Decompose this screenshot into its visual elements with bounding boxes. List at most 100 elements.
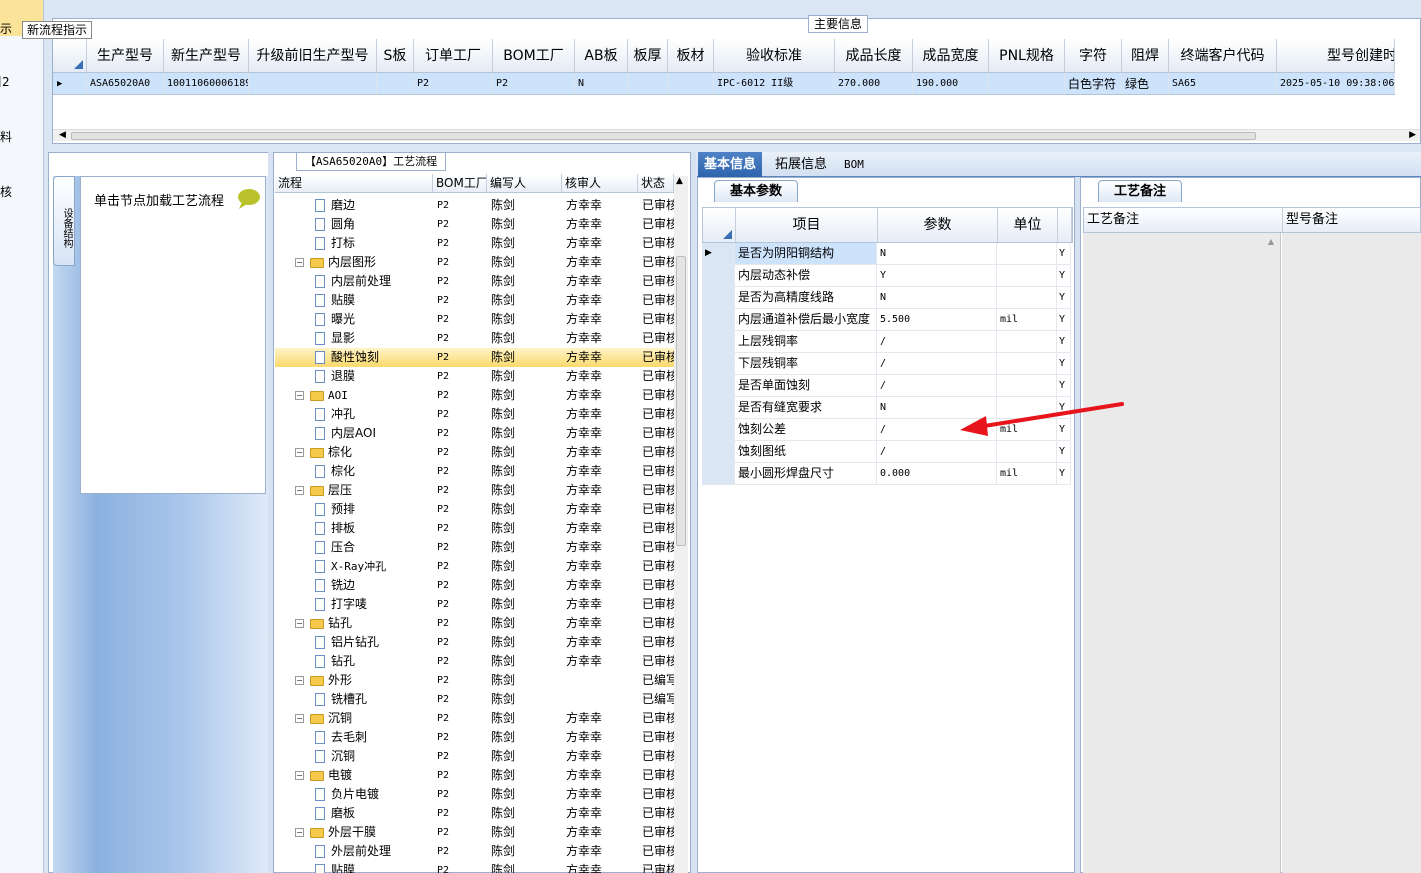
- cell-5[interactable]: P2: [493, 73, 575, 94]
- expand-toggle-icon[interactable]: −: [295, 828, 304, 837]
- expand-toggle-icon[interactable]: −: [295, 676, 304, 685]
- param-cell-value[interactable]: /: [877, 441, 997, 462]
- col-12[interactable]: PNL规格: [989, 39, 1065, 72]
- tree-row[interactable]: 贴膜 P2 陈剑 方幸幸 已审核: [275, 861, 674, 873]
- tree-row[interactable]: − 钻孔 P2 陈剑 方幸幸 已审核: [275, 614, 674, 633]
- tree-row[interactable]: 预排 P2 陈剑 方幸幸 已审核: [275, 500, 674, 519]
- middle-splitter[interactable]: [691, 152, 696, 873]
- param-cell-value[interactable]: /: [877, 353, 997, 374]
- param-row[interactable]: 是否为高精度线路 N Y: [702, 287, 1071, 309]
- expand-toggle-icon[interactable]: −: [295, 714, 304, 723]
- tree-row[interactable]: − 沉铜 P2 陈剑 方幸幸 已审核: [275, 709, 674, 728]
- sidebar-item-1[interactable]: 引2: [0, 73, 10, 90]
- sidebar-item-2[interactable]: 物料: [0, 128, 12, 145]
- tree-row[interactable]: 内层AOI P2 陈剑 方幸幸 已审核: [275, 424, 674, 443]
- col-6[interactable]: AB板: [575, 39, 628, 72]
- tree-row[interactable]: 去毛刺 P2 陈剑 方幸幸 已审核: [275, 728, 674, 747]
- tree-row[interactable]: 磨板 P2 陈剑 方幸幸 已审核: [275, 804, 674, 823]
- tree-row[interactable]: 冲孔 P2 陈剑 方幸幸 已审核: [275, 405, 674, 424]
- process-vertical-scrollbar[interactable]: ▲: [674, 176, 688, 873]
- tree-row[interactable]: 钻孔 P2 陈剑 方幸幸 已审核: [275, 652, 674, 671]
- param-cell-value[interactable]: 0.000: [877, 463, 997, 484]
- tree-row[interactable]: 酸性蚀刻 P2 陈剑 方幸幸 已审核: [275, 348, 674, 367]
- process-note-field[interactable]: ▲: [1083, 233, 1281, 873]
- sidebar-item-0[interactable]: 指示: [0, 20, 12, 37]
- params-corner[interactable]: [703, 208, 736, 242]
- col-4[interactable]: 订单工厂: [414, 39, 493, 72]
- top-scroll-thumb[interactable]: [71, 132, 1256, 140]
- tree-row[interactable]: − AOI P2 陈剑 方幸幸 已审核: [275, 386, 674, 405]
- param-cell-value[interactable]: N: [877, 287, 997, 308]
- main-grid-row[interactable]: ▶ ASA65020A0 10011060006189 P2 P2 N IPC-6012 …: [53, 73, 1395, 95]
- tree-row[interactable]: 外层前处理 P2 陈剑 方幸幸 已审核: [275, 842, 674, 861]
- tab-bom[interactable]: BOM: [838, 152, 870, 177]
- note-scroll-up-icon[interactable]: ▲: [1268, 237, 1274, 246]
- tree-row[interactable]: 铣边 P2 陈剑 方幸幸 已审核: [275, 576, 674, 595]
- cell-9[interactable]: IPC-6012 II级: [714, 73, 835, 94]
- expand-toggle-icon[interactable]: −: [295, 391, 304, 400]
- tree-row[interactable]: − 电镀 P2 陈剑 方幸幸 已审核: [275, 766, 674, 785]
- col-3[interactable]: S板: [377, 39, 414, 72]
- cell-6[interactable]: N: [575, 73, 628, 94]
- cell-12[interactable]: [989, 73, 1065, 94]
- param-cell-value[interactable]: 5.500: [877, 309, 997, 330]
- cell-0[interactable]: ASA65020A0: [87, 73, 164, 94]
- tab-extended-info[interactable]: 拓展信息: [769, 152, 833, 177]
- param-row[interactable]: ▶ 是否为阴阳铜结构 N Y: [702, 243, 1071, 265]
- col-1[interactable]: 新生产型号: [164, 39, 249, 72]
- col-9[interactable]: 验收标准: [714, 39, 835, 72]
- col-unit[interactable]: 单位: [998, 208, 1058, 242]
- tree-row[interactable]: 沉铜 P2 陈剑 方幸幸 已审核: [275, 747, 674, 766]
- tree-row[interactable]: 圆角 P2 陈剑 方幸幸 已审核: [275, 215, 674, 234]
- tree-row[interactable]: − 外形 P2 陈剑 已编写: [275, 671, 674, 690]
- tree-row[interactable]: 压合 P2 陈剑 方幸幸 已审核: [275, 538, 674, 557]
- tree-row[interactable]: 打字唛 P2 陈剑 方幸幸 已审核: [275, 595, 674, 614]
- cell-15[interactable]: SA65: [1169, 73, 1277, 94]
- col-0[interactable]: 生产型号: [87, 39, 164, 72]
- param-cell-value[interactable]: Y: [877, 265, 997, 286]
- tab-basic-params[interactable]: 基本参数: [714, 180, 798, 202]
- device-structure-tab[interactable]: 设备结构: [53, 176, 75, 266]
- col-status[interactable]: 状态: [638, 174, 674, 192]
- cell-2[interactable]: [249, 73, 377, 94]
- col-5[interactable]: BOM工厂: [493, 39, 575, 72]
- tab-process-notes[interactable]: 工艺备注: [1098, 180, 1182, 202]
- tree-row[interactable]: 棕化 P2 陈剑 方幸幸 已审核: [275, 462, 674, 481]
- tree-row[interactable]: − 内层图形 P2 陈剑 方幸幸 已审核: [275, 253, 674, 272]
- cell-13[interactable]: 白色字符: [1065, 73, 1122, 94]
- tree-row[interactable]: 排板 P2 陈剑 方幸幸 已审核: [275, 519, 674, 538]
- process-scroll-thumb[interactable]: [676, 256, 686, 546]
- top-horizontal-scrollbar[interactable]: ◀ ▶: [53, 129, 1420, 141]
- cell-7[interactable]: [628, 73, 668, 94]
- model-note-field[interactable]: [1282, 233, 1421, 873]
- col-7[interactable]: 板厚: [628, 39, 668, 72]
- col-item[interactable]: 项目: [736, 208, 878, 242]
- tree-row[interactable]: − 层压 P2 陈剑 方幸幸 已审核: [275, 481, 674, 500]
- cell-3[interactable]: [377, 73, 414, 94]
- tree-row[interactable]: 贴膜 P2 陈剑 方幸幸 已审核: [275, 291, 674, 310]
- col-16[interactable]: 型号创建时: [1277, 39, 1395, 72]
- tree-row[interactable]: − 外层干膜 P2 陈剑 方幸幸 已审核: [275, 823, 674, 842]
- tree-row[interactable]: 内层前处理 P2 陈剑 方幸幸 已审核: [275, 272, 674, 291]
- col-15[interactable]: 终端客户代码: [1169, 39, 1277, 72]
- scroll-up-icon[interactable]: ▲: [676, 176, 683, 186]
- expand-toggle-icon[interactable]: −: [295, 619, 304, 628]
- expand-toggle-icon[interactable]: −: [295, 448, 304, 457]
- tree-row[interactable]: 铝片钻孔 P2 陈剑 方幸幸 已审核: [275, 633, 674, 652]
- grid-corner[interactable]: [53, 39, 87, 72]
- sidebar-item-3[interactable]: 审核: [0, 183, 12, 200]
- param-row[interactable]: 上层残铜率 / Y: [702, 331, 1071, 353]
- scroll-right-icon[interactable]: ▶: [1409, 130, 1416, 140]
- cell-10[interactable]: 270.000: [835, 73, 913, 94]
- col-8[interactable]: 板材: [668, 39, 714, 72]
- param-cell-value[interactable]: N: [877, 243, 997, 264]
- expand-toggle-icon[interactable]: −: [295, 486, 304, 495]
- col-bom-factory[interactable]: BOM工厂: [433, 174, 487, 192]
- tree-row[interactable]: 显影 P2 陈剑 方幸幸 已审核: [275, 329, 674, 348]
- expand-toggle-icon[interactable]: −: [295, 258, 304, 267]
- col-14[interactable]: 阻焊: [1122, 39, 1169, 72]
- param-row[interactable]: 内层通道补偿后最小宽度 5.500 mil Y: [702, 309, 1071, 331]
- col-10[interactable]: 成品长度: [835, 39, 913, 72]
- tree-row[interactable]: 曝光 P2 陈剑 方幸幸 已审核: [275, 310, 674, 329]
- param-row[interactable]: 内层动态补偿 Y Y: [702, 265, 1071, 287]
